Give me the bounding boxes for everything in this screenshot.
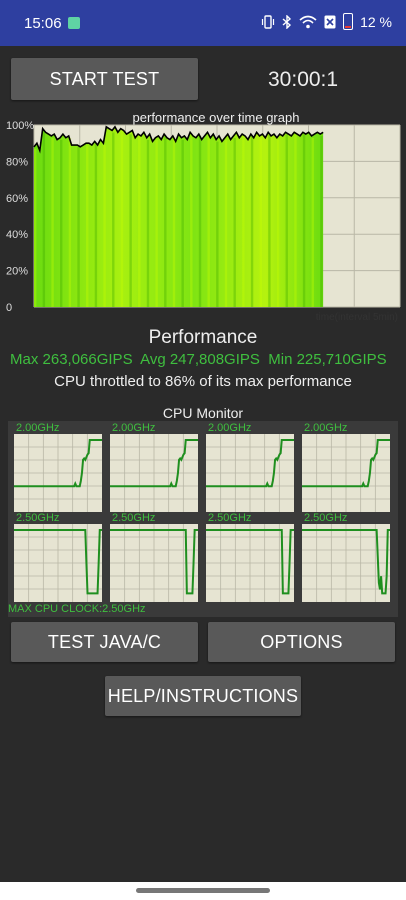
performance-title: Performance: [148, 327, 258, 348]
graph-stripe: [268, 134, 271, 307]
graph-stripe: [86, 145, 89, 307]
vibrate-icon: [261, 14, 275, 29]
test-timer: 30:00:1: [268, 68, 339, 91]
cpu-core-clock-label: 2.00GHz: [304, 422, 348, 434]
sim-off-icon: [324, 15, 336, 29]
graph-stripe: [285, 134, 288, 307]
options-button[interactable]: OPTIONS: [208, 622, 395, 662]
graph-y-ticks: 100% 80% 60% 40% 20% 0: [6, 120, 34, 314]
home-handle[interactable]: [136, 888, 270, 893]
cpu-core-clock-label: 2.50GHz: [208, 512, 252, 524]
graph-stripe: [190, 134, 193, 307]
max-cpu-clock: MAX CPU CLOCK:2.50GHz: [8, 603, 146, 615]
cpu-core-graph: [302, 434, 390, 512]
graph-y-tick-label: 20%: [6, 266, 28, 278]
graph-stripe: [138, 136, 141, 307]
graph-stripe: [207, 134, 210, 307]
graph-stripe: [224, 139, 228, 307]
cpu-core-graph: [206, 434, 294, 512]
graph-y-tick-label: 0: [6, 302, 12, 314]
graph-x-label: time(interval 5min): [316, 312, 398, 323]
throttle-text: CPU throttled to 86% of its max performa…: [54, 373, 352, 390]
graph-stripe: [172, 137, 176, 307]
graph-stripe: [103, 145, 106, 307]
graph-stripe: [302, 134, 306, 307]
cpu-core-clock-label: 2.00GHz: [208, 422, 252, 434]
cpu-core-graph: [302, 524, 390, 602]
cpu-core-clock-label: 2.00GHz: [16, 422, 60, 434]
graph-stripe: [242, 136, 245, 307]
bluetooth-icon: [282, 14, 292, 29]
start-test-button[interactable]: START TEST: [11, 58, 198, 100]
graph-stripe: [320, 136, 323, 307]
navigation-bar: [0, 882, 406, 900]
graph-y-tick-label: 40%: [6, 229, 28, 241]
status-bar: 15:06 12 %: [0, 0, 406, 46]
graph-stripe: [146, 139, 150, 307]
cpu-core-graph: [110, 524, 198, 602]
graph-y-tick-label: 60%: [6, 193, 28, 205]
graph-stripe: [51, 137, 54, 307]
cpu-core-graph: [206, 524, 294, 602]
battery-percent: 12 %: [360, 13, 392, 30]
help-instructions-button[interactable]: HELP/INSTRUCTIONS: [105, 676, 301, 716]
graph-stripe: [233, 137, 236, 307]
graph-stripe: [94, 143, 98, 307]
graph-stripe: [129, 134, 132, 307]
graph-stripe: [120, 130, 124, 307]
graph-stripe: [216, 141, 219, 307]
cpu-core-clock-label: 2.50GHz: [112, 512, 156, 524]
graph-stripe: [250, 136, 254, 307]
cpu-core-clock-label: 2.50GHz: [304, 512, 348, 524]
test-java-button[interactable]: TEST JAVA/C: [11, 622, 198, 662]
graph-stripe: [68, 137, 72, 307]
max-gips: Max 263,066GIPS: [10, 351, 133, 368]
graph-y-tick-label: 100%: [6, 120, 34, 132]
graph-title: performance over time graph: [133, 110, 300, 125]
battery-icon: [343, 13, 354, 30]
graph-stripe: [112, 132, 115, 307]
app-notification-icon: [68, 17, 80, 29]
performance-graph: performance over time graph 100% 80% 60% 40…: [6, 110, 401, 323]
cpu-core-graph: [110, 434, 198, 512]
graph-stripe: [42, 130, 46, 307]
wifi-icon: [299, 15, 317, 29]
cpu-core-graph: [14, 434, 102, 512]
graph-stripe: [34, 148, 37, 307]
graph-stripe: [311, 137, 314, 307]
graph-stripe: [60, 139, 63, 307]
graph-stripe: [77, 147, 80, 307]
graph-stripe: [155, 139, 158, 307]
performance-stats: Max 263,066GIPS Avg 247,808GIPS Min 225,…: [10, 351, 387, 368]
graph-y-tick-label: 80%: [6, 156, 28, 168]
status-time: 15:06: [24, 15, 62, 32]
cpu-monitor-title: CPU Monitor: [162, 405, 244, 421]
min-gips: Min 225,710GIPS: [268, 351, 387, 368]
cpu-core-clock-label: 2.50GHz: [16, 512, 60, 524]
graph-stripe: [181, 139, 184, 307]
graph-stripe: [164, 136, 167, 307]
status-icons: 12 %: [261, 13, 392, 30]
cpu-core-clock-label: 2.00GHz: [112, 422, 156, 434]
graph-stripe: [276, 139, 280, 307]
cpu-monitor-panel: 2.00GHz 2.00GHz 2.00GHz 2.00GHz 2.50GHz 2.50G…: [8, 421, 398, 617]
graph-stripe: [259, 137, 262, 307]
avg-gips: Avg 247,808GIPS: [140, 351, 260, 368]
graph-stripe: [198, 136, 202, 307]
graph-stripe: [294, 134, 297, 307]
cpu-core-graph: [14, 524, 102, 602]
